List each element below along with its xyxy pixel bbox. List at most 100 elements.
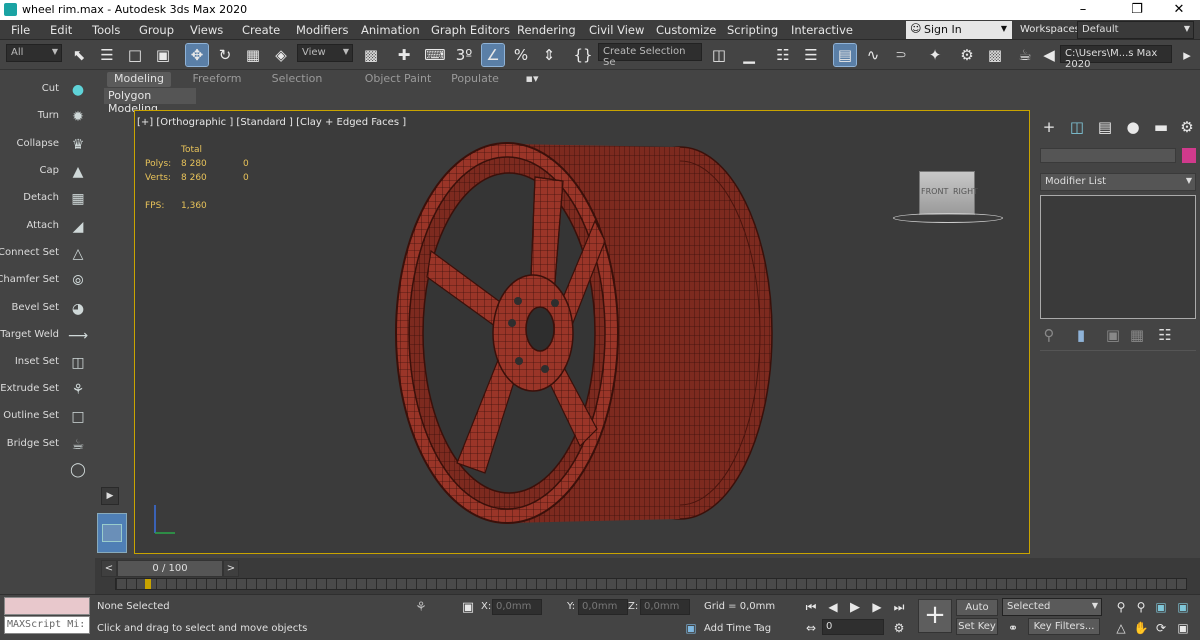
layer-explorer-icon[interactable]: ☰ [800, 44, 822, 66]
project-folder-dropdown[interactable]: C:\Users\M...s Max 2020 [1060, 45, 1172, 70]
menu-tools[interactable]: Tools [92, 23, 120, 37]
time-slider-next[interactable]: > [223, 560, 239, 577]
schematic-view-icon[interactable]: ⸧ [890, 44, 912, 66]
angle-snap-icon[interactable]: ∠ [481, 43, 505, 67]
menu-modifiers[interactable]: Modifiers [296, 23, 349, 37]
next-frame-icon[interactable]: ▶ [866, 596, 888, 618]
maxscript-listener-mini[interactable] [4, 597, 90, 615]
time-slider[interactable]: 0 / 100 [117, 560, 223, 577]
pin-stack-icon[interactable]: ⚲ [1038, 324, 1060, 346]
target-weld-tool[interactable]: Target Weld ⟶ [0, 324, 95, 348]
minimize-button[interactable]: – [1060, 0, 1106, 20]
field-of-view-icon[interactable]: △ [1110, 617, 1132, 639]
chamfer-set-tool[interactable]: Chamfer Set ⦾ [0, 269, 95, 293]
y-coordinate-field[interactable]: 0,0mm [578, 599, 628, 615]
key-filters-button[interactable]: Key Filters... [1028, 618, 1100, 635]
expand-panel-icon[interactable]: ▶ [101, 487, 119, 505]
maximize-viewport-icon[interactable]: ▣ [1172, 617, 1194, 639]
default-in-out-tangents-icon[interactable]: ⚭ [1002, 617, 1024, 639]
selection-lock-icon[interactable]: ▣ [457, 596, 479, 618]
menu-animation[interactable]: Animation [361, 23, 420, 37]
tab-modeling[interactable]: Modeling [107, 72, 171, 87]
menu-scripting[interactable]: Scripting [727, 23, 778, 37]
menu-interactive[interactable]: Interactive [791, 23, 853, 37]
connect-set-tool[interactable]: Connect Set △ [0, 242, 95, 266]
viewport[interactable]: [+] [Orthographic ] [Standard ] [Clay + … [134, 110, 1030, 554]
select-and-scale-icon[interactable]: ▦ [242, 44, 264, 66]
maximize-button[interactable]: ❐ [1114, 0, 1160, 20]
menu-customize[interactable]: Customize [656, 23, 716, 37]
menu-group[interactable]: Group [139, 23, 174, 37]
workspace-dropdown[interactable]: Default ▼ [1077, 21, 1194, 39]
go-to-start-icon[interactable]: ⏮ [800, 596, 822, 618]
auto-key-button[interactable]: Auto Key [956, 599, 998, 628]
z-coordinate-field[interactable]: 0,0mm [640, 599, 690, 615]
configure-modifier-sets-icon[interactable]: ☷ [1154, 324, 1176, 346]
snaps-toggle-icon[interactable]: 3º [453, 44, 475, 66]
edit-named-selections-icon[interactable]: {} [572, 44, 594, 66]
hierarchy-panel-icon[interactable]: ▤ [1094, 116, 1116, 138]
polygon-modeling-panel[interactable]: Polygon Modeling [104, 88, 196, 115]
select-and-move-icon[interactable]: ✥ [185, 43, 209, 67]
select-by-name-icon[interactable]: ☰ [96, 44, 118, 66]
modifier-list-dropdown[interactable]: Modifier List ▼ [1040, 173, 1196, 191]
isolate-selection-icon[interactable]: ⚘ [410, 596, 432, 618]
make-unique-icon[interactable]: ▣ [1102, 324, 1124, 346]
collapse-tool[interactable]: Collapse ♛ [0, 133, 95, 157]
play-icon[interactable]: ▶ [844, 596, 866, 618]
modify-panel-icon[interactable]: ◫ [1066, 116, 1088, 138]
outline-set-tool[interactable]: Outline Set □ [0, 405, 95, 429]
rectangle-selection-icon[interactable]: □ [124, 44, 146, 66]
close-button[interactable]: ✕ [1156, 0, 1200, 20]
object-name-field[interactable] [1040, 148, 1176, 163]
toggle-ribbon-icon[interactable]: ▤ [833, 43, 857, 67]
menu-file[interactable]: File [11, 23, 30, 37]
project-folder-icon[interactable]: ▸ [1176, 44, 1198, 66]
menu-rendering[interactable]: Rendering [517, 23, 576, 37]
time-marker[interactable] [145, 579, 151, 589]
cut-tool[interactable]: Cut ● [0, 78, 95, 102]
x-coordinate-field[interactable]: 0,0mm [492, 599, 542, 615]
modifier-stack[interactable] [1040, 195, 1196, 319]
orbit-icon[interactable]: ⟳ [1150, 617, 1172, 639]
attach-tool[interactable]: Attach ◢ [0, 215, 95, 239]
bridge-set-tool[interactable]: Bridge Set ☕ [0, 433, 95, 457]
key-selection-dropdown[interactable]: Selected ▼ [1002, 598, 1102, 616]
select-and-place-icon[interactable]: ◈ [270, 44, 292, 66]
reference-coordinate-dropdown[interactable]: View ▼ [297, 44, 353, 62]
inset-set-tool[interactable]: Inset Set ◫ [0, 351, 95, 375]
window-crossing-icon[interactable]: ▣ [152, 44, 174, 66]
object-color-swatch[interactable] [1182, 148, 1196, 163]
add-time-tag[interactable]: Add Time Tag [704, 623, 771, 634]
select-and-rotate-icon[interactable]: ↻ [214, 44, 236, 66]
material-editor-icon[interactable]: ✦ [924, 44, 946, 66]
bevel-set-tool[interactable]: Bevel Set ◕ [0, 297, 95, 321]
motion-panel-icon[interactable]: ● [1122, 116, 1144, 138]
sign-in-dropdown[interactable]: ☺ Sign In ▼ [906, 21, 1012, 39]
lightbulb-icon[interactable]: ◯ [67, 460, 89, 480]
rendered-frame-window-icon[interactable]: ▩ [984, 44, 1006, 66]
pan-view-icon[interactable]: ✋ [1130, 617, 1152, 639]
extrude-set-tool[interactable]: Extrude Set ⚘ [0, 378, 95, 402]
turn-tool[interactable]: Turn ✹ [0, 105, 95, 129]
time-tag-icon[interactable]: ▣ [680, 617, 702, 639]
utilities-panel-icon[interactable]: ⚙ [1176, 116, 1198, 138]
tab-object-paint[interactable]: Object Paint [353, 72, 443, 87]
menu-create[interactable]: Create [242, 23, 280, 37]
zoom-icon[interactable]: ⚲ [1110, 596, 1132, 618]
scene-explorer-icon[interactable]: ☷ [772, 44, 794, 66]
time-configuration-icon[interactable]: ⚙ [888, 617, 910, 639]
mirror-icon[interactable]: ◫ [708, 44, 730, 66]
menu-views[interactable]: Views [190, 23, 223, 37]
curve-editor-icon[interactable]: ∿ [862, 44, 884, 66]
tab-selection[interactable]: Selection [267, 72, 327, 87]
maxscript-input[interactable]: MAXScript Mi: [4, 616, 90, 634]
menu-graph-editors[interactable]: Graph Editors [431, 23, 510, 37]
percent-snap-icon[interactable]: % [510, 44, 532, 66]
selection-filter-dropdown[interactable]: All ▼ [6, 44, 62, 62]
pivot-center-icon[interactable]: ▩ [360, 44, 382, 66]
display-panel-icon[interactable]: ▬ [1150, 116, 1172, 138]
menu-civil-view[interactable]: Civil View [589, 23, 644, 37]
set-key-button[interactable]: + [918, 599, 952, 633]
keyboard-shortcut-icon[interactable]: ⌨ [424, 44, 446, 66]
